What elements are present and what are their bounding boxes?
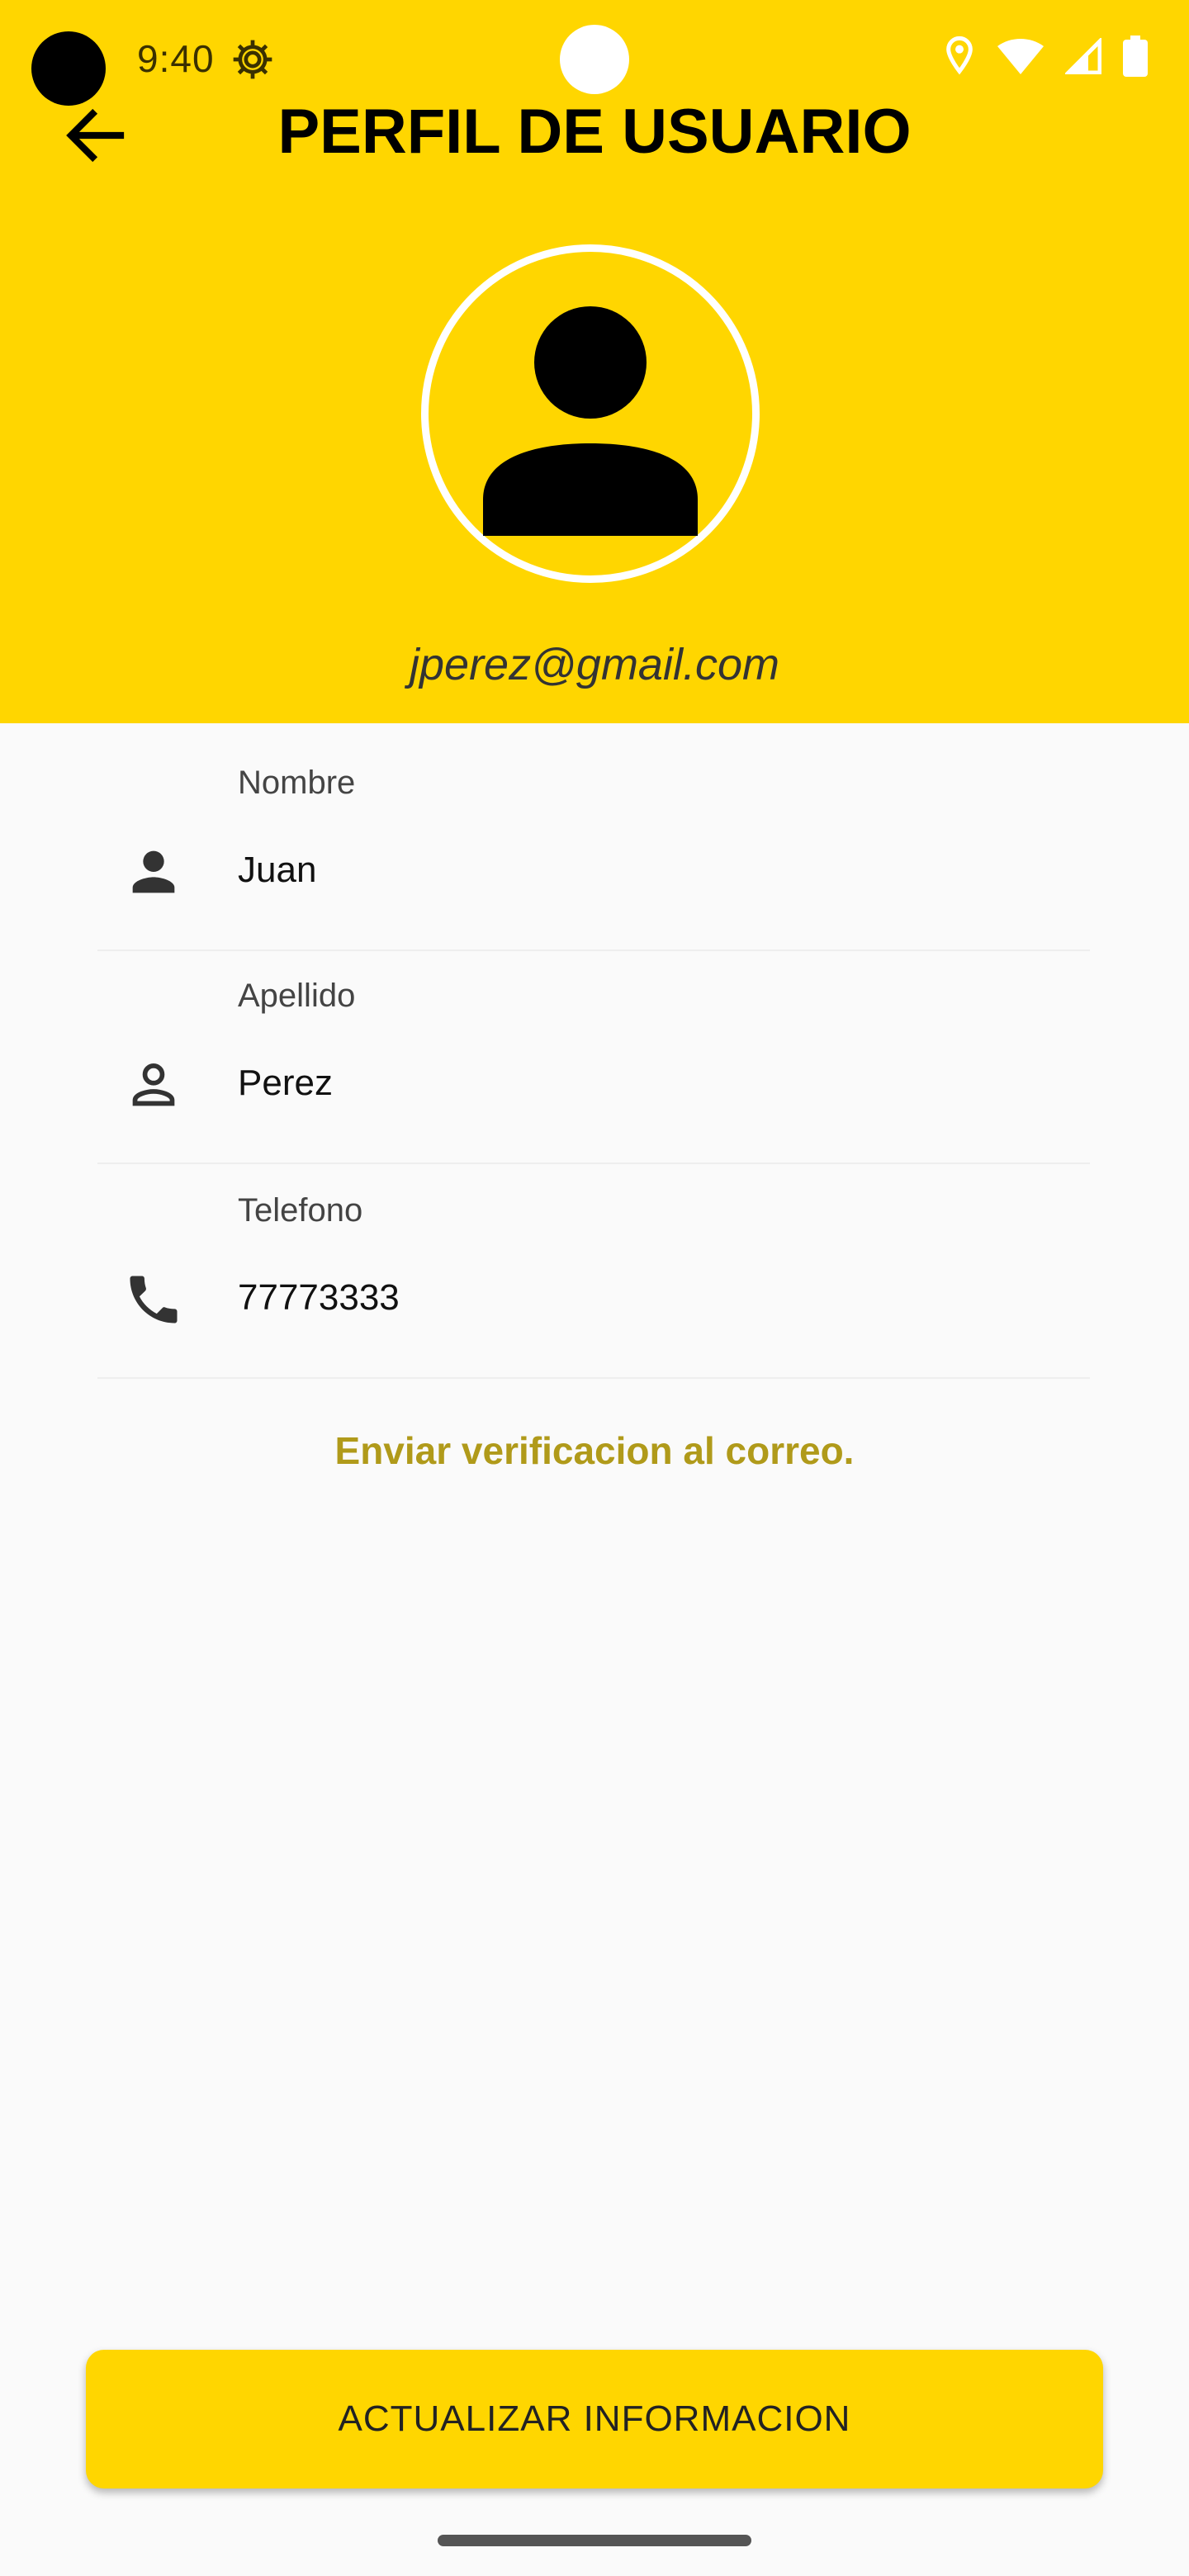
profile-email: jperez@gmail.com <box>410 640 779 689</box>
first-name-field[interactable]: Nombre Juan <box>97 760 1090 951</box>
settings-gear-icon <box>230 36 276 83</box>
profile-header: 9:40 PERFIL DE USUARIO jperez@gmail.com <box>0 0 1189 723</box>
phone-icon <box>122 1268 185 1331</box>
person-outline-icon <box>122 1054 185 1116</box>
avatar-person-icon <box>483 306 698 536</box>
wifi-icon <box>997 38 1044 78</box>
home-indicator[interactable] <box>438 2535 751 2546</box>
phone-field[interactable]: Telefono 77773333 <box>97 1187 1090 1379</box>
field-divider <box>97 1163 1090 1164</box>
status-time: 9:40 <box>137 37 215 80</box>
phone-input[interactable]: 77773333 <box>238 1273 400 1323</box>
first-name-input[interactable]: Juan <box>238 845 316 895</box>
send-verification-link[interactable]: Enviar verificacion al correo. <box>0 1422 1189 1480</box>
signal-icon <box>1063 36 1102 78</box>
field-label: Apellido <box>238 978 356 1014</box>
last-name-field[interactable]: Apellido Perez <box>97 973 1090 1164</box>
location-icon <box>943 35 976 82</box>
front-camera <box>560 25 629 94</box>
field-label: Nombre <box>238 765 356 801</box>
person-icon <box>122 841 185 903</box>
field-label: Telefono <box>238 1192 363 1229</box>
battery-icon <box>1123 35 1148 81</box>
field-divider <box>97 1377 1090 1379</box>
field-divider <box>97 949 1090 951</box>
status-icons <box>943 33 1148 83</box>
last-name-input[interactable]: Perez <box>238 1058 333 1108</box>
page-title: PERFIL DE USUARIO <box>277 97 912 167</box>
profile-avatar[interactable] <box>421 244 760 583</box>
update-info-button[interactable]: ACTUALIZAR INFORMACION <box>86 2350 1103 2488</box>
